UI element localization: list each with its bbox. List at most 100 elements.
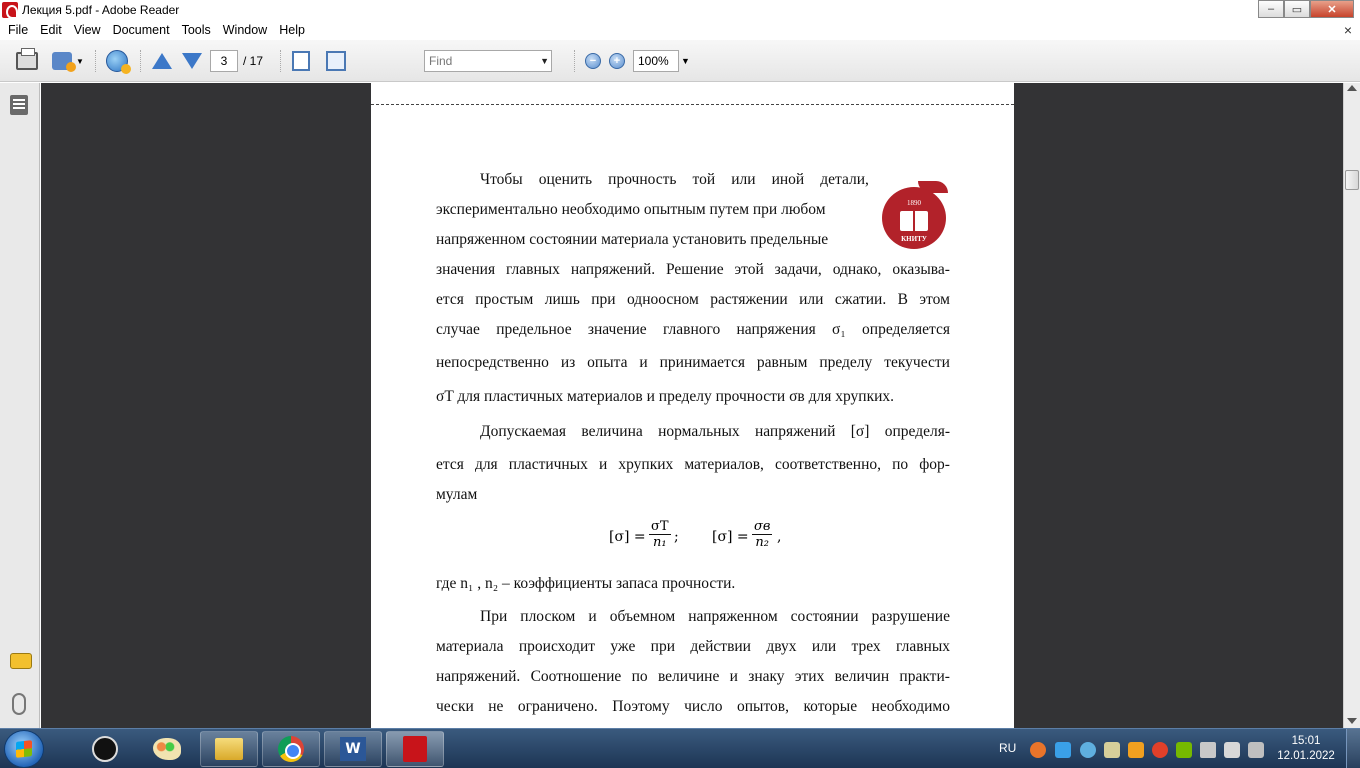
network-icon[interactable] (1248, 742, 1264, 758)
comments-panel-icon[interactable] (10, 653, 32, 669)
word: Решение (666, 261, 724, 278)
close-document-icon[interactable]: × (1344, 22, 1352, 38)
start-button[interactable] (4, 730, 44, 768)
tray-globe-icon[interactable] (1080, 742, 1096, 758)
share-icon (52, 52, 77, 72)
word: случае (436, 321, 480, 338)
taskbar-steam[interactable] (76, 731, 134, 767)
scroll-down-arrow-icon[interactable] (1347, 718, 1357, 724)
text-line: При плоском и объемном напряженном состоянии р… (480, 608, 950, 626)
word: прочность (608, 171, 677, 188)
show-desktop-button[interactable] (1346, 729, 1360, 768)
zoom-out-button[interactable]: − (584, 50, 602, 72)
word: ется (436, 291, 464, 308)
word: Соотношение (530, 668, 622, 685)
fit-width-icon (326, 51, 346, 71)
clock[interactable]: 15:01 12.01.2022 (1270, 734, 1342, 764)
page-number-input[interactable]: 3 (210, 50, 238, 72)
tray-tool-icon[interactable] (1104, 742, 1120, 758)
print-button[interactable] (14, 48, 40, 72)
tray-cloud-icon[interactable] (1055, 742, 1071, 758)
menu-window[interactable]: Window (217, 20, 273, 40)
pages-panel-icon[interactable] (10, 95, 28, 115)
word: напряжений. (570, 261, 656, 278)
word: необходимо (871, 698, 950, 715)
maximize-button[interactable]: ▭ (1284, 0, 1310, 18)
tray-flame-icon[interactable] (1152, 742, 1168, 758)
menu-file[interactable]: File (2, 20, 34, 40)
zoom-in-button[interactable]: + (608, 50, 626, 72)
word: этой (734, 261, 764, 278)
vertical-scrollbar[interactable] (1343, 83, 1360, 728)
text-line: чески не ограничено. Поэтому число опытов, кот… (436, 698, 950, 716)
word: материала (436, 638, 504, 655)
zoom-dropdown-icon[interactable]: ▼ (681, 50, 690, 72)
menu-help[interactable]: Help (273, 20, 311, 40)
clock-date: 12.01.2022 (1277, 750, 1335, 762)
page-total-label: / 17 (243, 54, 264, 68)
fraction-1-denominator: n₁ (652, 535, 667, 550)
minimize-button[interactable]: – (1258, 0, 1284, 18)
fraction-2: σв n₂ (752, 519, 773, 550)
word: по (892, 456, 909, 473)
menu-tools[interactable]: Tools (176, 20, 217, 40)
toolbar-separator (574, 50, 575, 72)
word: чески (436, 698, 474, 715)
book-icon (900, 211, 928, 231)
share-dropdown-icon: ▼ (76, 56, 84, 66)
scroll-up-arrow-icon[interactable] (1347, 85, 1357, 91)
printer-icon (16, 48, 38, 70)
menu-edit[interactable]: Edit (34, 20, 68, 40)
text-line: ется простым лишь при одноосном растяжении или… (436, 291, 950, 309)
next-page-button[interactable] (180, 50, 204, 72)
window-title: Лекция 5.pdf - Adobe Reader (22, 3, 180, 17)
word: и (729, 668, 738, 685)
find-dropdown-icon[interactable]: ▼ (540, 51, 549, 71)
language-indicator[interactable]: RU (999, 741, 1016, 755)
menu-view[interactable]: View (68, 20, 107, 40)
taskbar-paint[interactable] (138, 731, 196, 767)
document-viewer[interactable]: 1890 КНИТУ Чтобы оценить прочность той или ин… (41, 83, 1343, 728)
taskbar-chrome[interactable] (262, 731, 320, 767)
word: иной (771, 171, 805, 188)
word: или (811, 638, 837, 655)
find-input[interactable]: Find ▼ (424, 50, 552, 72)
scrollbar-thumb[interactable] (1345, 170, 1359, 190)
close-button[interactable]: ✕ (1310, 0, 1354, 18)
word: объемном (609, 608, 676, 625)
tray-nvidia-icon[interactable] (1176, 742, 1192, 758)
text-line: напряжений. Соотношение по величине и знаку эт… (436, 668, 950, 686)
word: действии (690, 638, 751, 655)
collaborate-button[interactable] (104, 50, 131, 74)
word: той (692, 171, 716, 188)
fraction-1: σT n₁ (649, 519, 671, 550)
share-button[interactable]: ▼ (50, 50, 86, 72)
zoom-input[interactable]: 100% (633, 50, 679, 72)
taskbar-word[interactable]: W (324, 731, 382, 767)
menu-document[interactable]: Document (107, 20, 176, 40)
taskbar-explorer[interactable] (200, 731, 258, 767)
word: и (639, 354, 648, 371)
text-line: ется для пластичных и хрупких материалов, соот… (436, 456, 950, 474)
tray-app-icon[interactable] (1128, 742, 1144, 758)
formula-separator: , (777, 529, 782, 545)
fit-width-button[interactable] (325, 50, 347, 72)
word: пластичных (508, 456, 588, 473)
logo-year: 1890 (907, 199, 921, 207)
flag-icon[interactable] (1224, 742, 1240, 758)
fit-page-button[interactable] (290, 50, 312, 72)
taskbar-acrobat[interactable] (386, 731, 444, 767)
fit-page-icon (292, 51, 310, 71)
tray-avast-icon[interactable] (1030, 742, 1046, 758)
text-line: напряженном состоянии материала установи… (436, 231, 869, 249)
speaker-icon[interactable] (1200, 742, 1216, 758)
word: фор- (919, 456, 950, 473)
word: определя- (884, 423, 950, 440)
attachments-paperclip-icon[interactable] (12, 693, 26, 715)
word: знаку (748, 668, 785, 685)
previous-page-button[interactable] (150, 50, 174, 72)
fraction-1-numerator: σT (649, 519, 671, 535)
word: [σ] (850, 423, 870, 440)
word: При (480, 608, 508, 625)
word: оценить (538, 171, 593, 188)
